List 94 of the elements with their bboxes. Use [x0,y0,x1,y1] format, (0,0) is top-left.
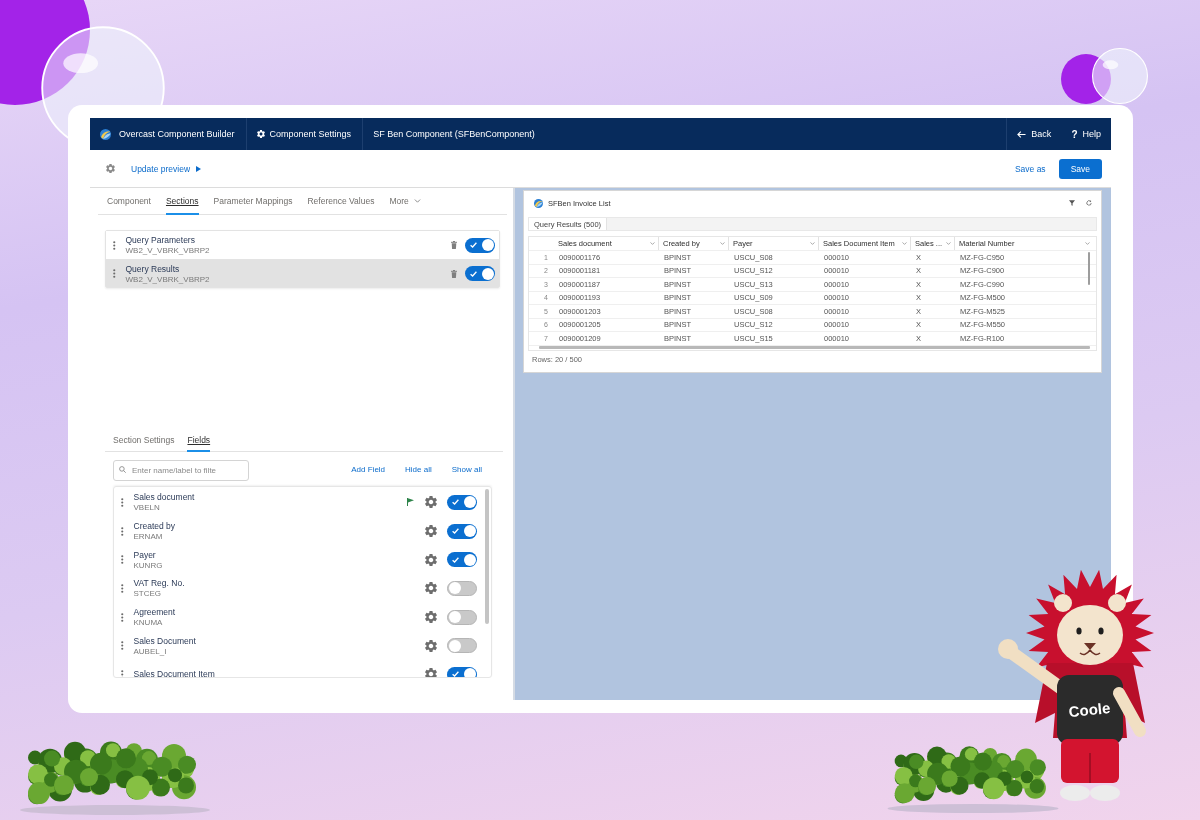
tab[interactable]: Section Settings [113,430,175,452]
field-name: ERNAM [133,532,164,542]
toggle-switch[interactable] [465,237,495,253]
field-name: VBELN [133,503,161,513]
shirt-text: Coole [1067,698,1112,721]
chevron-down-icon [946,242,951,245]
gear-icon[interactable] [425,639,437,652]
gear-icon[interactable] [425,553,437,566]
play-icon [196,165,202,172]
gear-icon[interactable] [425,668,437,677]
action-link[interactable]: Hide all [405,465,432,474]
check-icon [452,528,459,535]
section-row[interactable]: Query Results WB2_V_VBRK_VBRP2 [106,259,499,287]
drag-handle-icon[interactable] [121,669,124,677]
component-settings-tab[interactable]: Component Settings [256,129,352,139]
field-name: AUBEL_I [133,646,168,656]
save-button[interactable]: Save [1058,158,1102,179]
chevron-down-icon [810,242,815,245]
left-arrow-icon [1017,130,1027,138]
chevron-down-icon [902,242,907,245]
filter-field[interactable]: Enter name/label to filte [113,460,249,481]
gear-icon[interactable] [106,164,115,173]
trash-icon[interactable] [451,269,457,278]
section-title: Query Results [125,263,181,274]
toggle-switch[interactable] [447,494,477,510]
gear-icon[interactable] [425,611,437,624]
back-button[interactable]: Back [1017,129,1052,139]
check-icon [470,270,477,277]
decorative-circle [1061,54,1111,104]
field-label: VAT Reg. No. [133,578,186,589]
action-link[interactable]: Add Field [351,465,386,474]
tab[interactable]: Fields [187,430,211,452]
chevron-down-icon [720,242,725,245]
chevron-down-icon [413,198,421,203]
tab[interactable]: Reference Values [307,188,375,215]
field-label: Sales document [133,492,196,503]
drag-handle-icon[interactable] [121,526,124,536]
field-name: KNUMA [133,618,164,628]
bubble-drawing [1092,48,1148,104]
app-title: Overcast Component Builder [119,129,235,139]
toggle-switch[interactable] [447,523,477,539]
section-row[interactable]: Query Parameters WB2_V_VBRK_VBRP2 [106,231,499,259]
tab[interactable]: Parameter Mappings [213,188,293,215]
chevron-down-icon [1085,242,1090,245]
gear-icon[interactable] [425,582,437,595]
drag-handle-icon[interactable] [113,269,116,278]
drag-handle-icon[interactable] [121,555,124,565]
gear-icon[interactable] [425,525,437,538]
drag-handle-icon[interactable] [121,612,124,622]
field-label: Sales Document Item [133,669,216,677]
logo-icon [534,198,543,208]
trash-icon[interactable] [451,241,457,249]
update-preview-button[interactable]: Update preview [131,163,202,174]
scrollbar-thumb[interactable] [485,489,489,624]
save-as-button[interactable]: Save as [1014,163,1046,174]
check-icon [470,242,477,248]
section-source: WB2_V_VBRK_VBRP2 [125,274,211,284]
component-name: SF Ben Component (SFBenComponent) [373,129,535,139]
toggle-switch[interactable] [447,609,477,625]
drag-handle-icon[interactable] [113,240,116,250]
search-icon [119,466,126,473]
toggle-switch[interactable] [447,580,477,596]
action-link[interactable]: Show all [451,465,482,474]
field-label: Created by [133,521,177,532]
refresh-icon[interactable] [1086,200,1092,206]
toggle-switch[interactable] [447,552,477,568]
more-tab[interactable]: More [389,188,421,215]
field-label: Agreement [133,607,177,618]
check-icon [452,671,459,677]
tab[interactable]: Component [107,188,151,215]
field-label: Payer [133,549,157,560]
logo-icon [100,128,111,140]
gear-icon [256,130,265,138]
tab[interactable]: Sections [165,188,199,215]
drag-handle-icon[interactable] [121,497,124,507]
check-icon [452,556,459,563]
chevron-down-icon [650,242,655,245]
gear-icon[interactable] [425,496,437,509]
check-icon [452,499,459,506]
toggle-switch[interactable] [447,638,477,654]
scrollbar-thumb[interactable] [1087,252,1090,285]
field-name: STCEG [133,589,163,599]
help-icon: ? [1071,128,1078,140]
field-label: Sales Document [133,635,197,646]
drag-handle-icon[interactable] [121,641,124,651]
toggle-switch[interactable] [465,266,495,281]
field-name: KUNRG [133,560,164,570]
section-title: Query Parameters [125,235,196,245]
help-button[interactable]: ? Help [1071,128,1101,140]
filter-icon[interactable] [1069,200,1075,206]
toggle-switch[interactable] [447,666,477,677]
scrollbar-thumb[interactable] [539,346,1090,349]
drag-handle-icon[interactable] [121,583,124,593]
section-source: WB2_V_VBRK_VBRP2 [125,246,211,255]
